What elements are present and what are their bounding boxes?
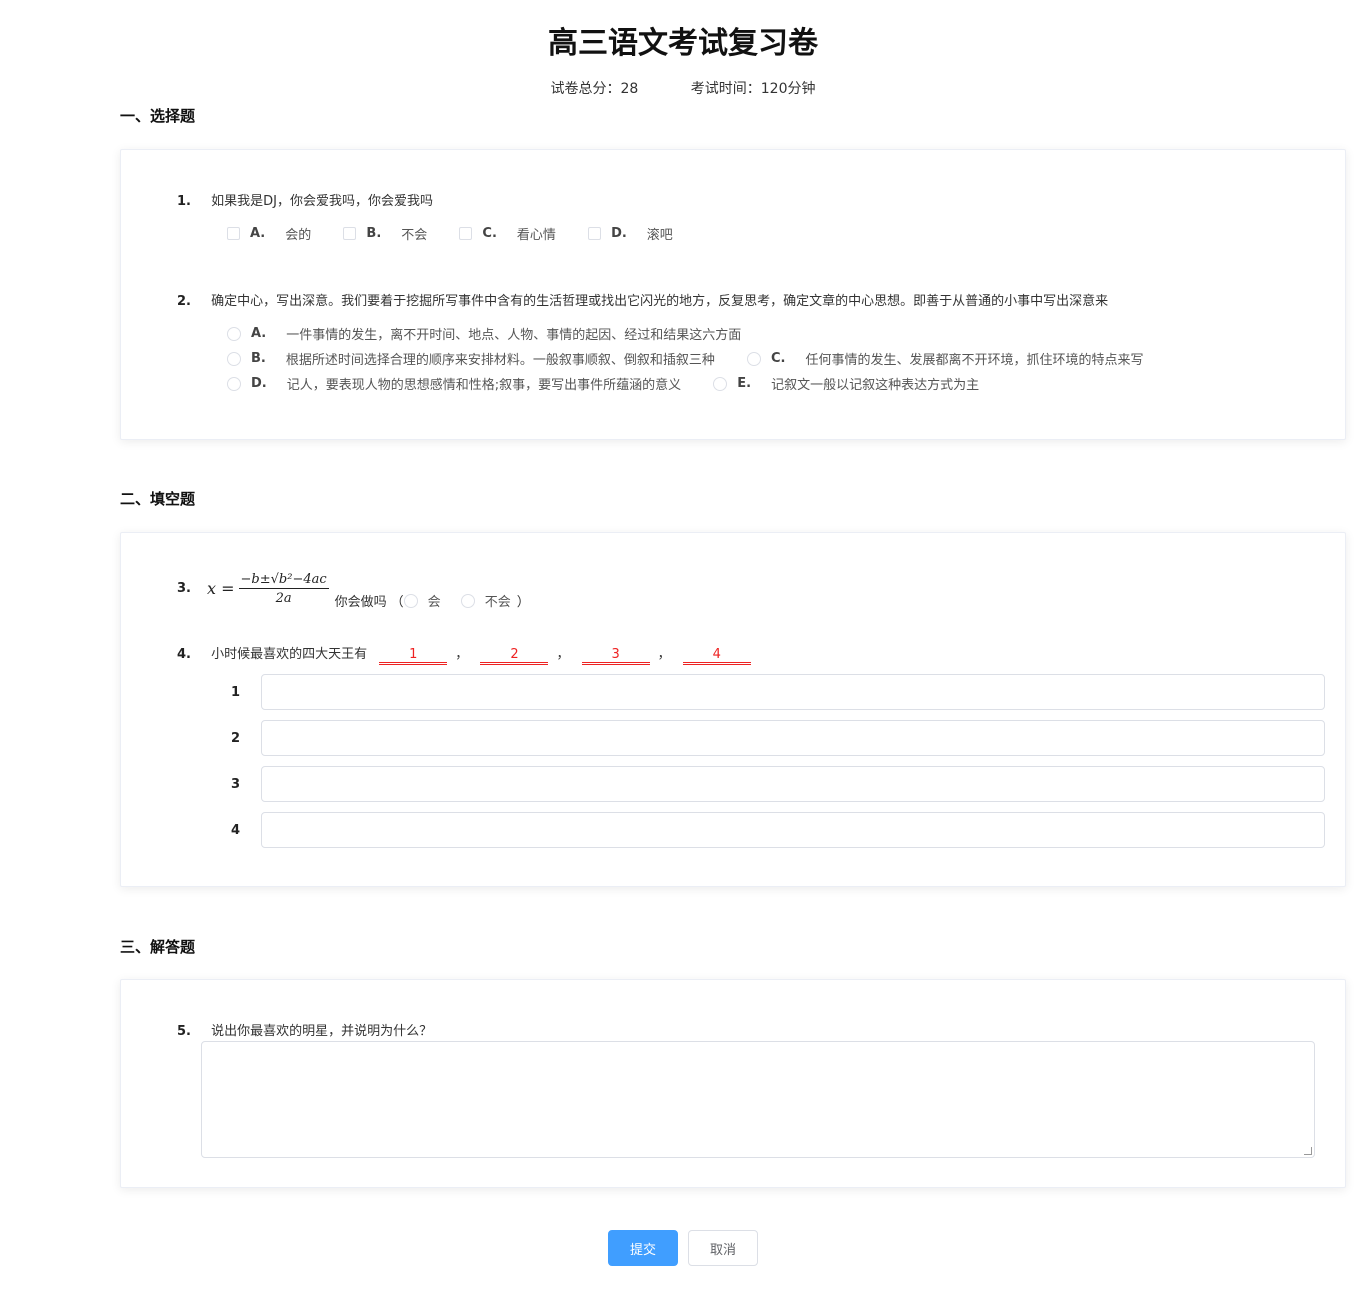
fill-row-1: 1 — [231, 674, 1325, 710]
radio[interactable] — [227, 376, 241, 391]
exam-title: 高三语文考试复习卷 — [548, 26, 818, 61]
q2-option-e[interactable]: E. 记叙文一般以记叙这种表达方式为主 — [713, 374, 979, 393]
radio[interactable] — [713, 376, 728, 391]
exam-meta: 试卷总分：28 考试时间：120分钟 — [0, 78, 1366, 98]
radio[interactable] — [227, 326, 241, 341]
submit-button[interactable]: 提交 — [608, 1230, 678, 1266]
q2-options-row-1: A. 一件事情的发生，离不开时间、地点、人物、事情的起因、经过和结果这六方面 — [227, 324, 769, 345]
radio[interactable] — [460, 593, 475, 608]
question-5: 5. 说出你最喜欢的明星，并说明为什么？ — [177, 1020, 432, 1039]
q1-option-d[interactable]: D. 滚吧 — [588, 224, 673, 243]
fill-label: 1 — [231, 684, 241, 700]
radio[interactable] — [227, 351, 241, 366]
question-number: 2. — [177, 294, 191, 309]
fill-row-3: 3 — [231, 766, 1325, 802]
q3-prompt: 你会做吗 — [334, 595, 387, 610]
blank-4: 4 — [682, 648, 751, 665]
q1-option-a[interactable]: A. 会的 — [227, 224, 311, 243]
fill-input-4[interactable] — [261, 812, 1325, 848]
q1-option-c[interactable]: C. 看心情 — [459, 224, 556, 243]
cancel-button[interactable]: 取消 — [688, 1230, 758, 1266]
question-4: 4. 小时候最喜欢的四大天王有 1， 2， 3， 4 — [177, 643, 759, 665]
q1-options: A. 会的 B. 不会 C. 看心情 D. 滚吧 — [227, 224, 701, 244]
answer-textarea[interactable] — [201, 1041, 1315, 1158]
exam-time: 考试时间：120分钟 — [690, 81, 816, 97]
question-text: 确定中心，写出深意。我们要着于挖掘所写事件中含有的生活哲理或找出它闪光的地方，反… — [211, 294, 1109, 309]
q2-option-d[interactable]: D. 记人，要表现人物的思想感情和性格;叙事，要写出事件所蕴涵的意义 — [227, 374, 681, 393]
fill-input-3[interactable] — [261, 766, 1325, 802]
q2-options-row-3: D. 记人，要表现人物的思想感情和性格;叙事，要写出事件所蕴涵的意义 E. 记叙文一… — [227, 374, 1007, 395]
question-text: 小时候最喜欢的四大天王有 — [211, 647, 368, 662]
fill-label: 4 — [231, 822, 241, 838]
section-fill-title: 二、填空题 — [120, 490, 196, 508]
question-number: 4. — [177, 647, 191, 662]
resize-grip-icon[interactable] — [1304, 1147, 1312, 1155]
q2-option-a[interactable]: A. 一件事情的发生，离不开时间、地点、人物、事情的起因、经过和结果这六方面 — [227, 324, 741, 343]
answer-card: 5. 说出你最喜欢的明星，并说明为什么？ — [120, 979, 1346, 1188]
question-number: 1. — [177, 194, 191, 209]
section-choice-title: 一、选择题 — [120, 107, 196, 125]
q2-options-row-2: B. 根据所述时间选择合理的顺序来安排材料。一般叙事顺叙、倒叙和插叙三种 C. 任何… — [227, 349, 1172, 370]
radio[interactable] — [747, 351, 762, 366]
fill-input-2[interactable] — [261, 720, 1325, 756]
question-text: 如果我是DJ，你会爱我吗，你会爱我吗 — [211, 194, 433, 209]
blank-2: 2 — [480, 648, 549, 665]
checkbox[interactable] — [343, 227, 357, 240]
blank-1: 1 — [379, 648, 448, 665]
checkbox[interactable] — [588, 227, 602, 240]
question-3: 3. x = −b±√b²−4ac 2a 你会做吗 （ 会 不会 ） — [177, 571, 530, 611]
fill-input-1[interactable] — [261, 674, 1325, 710]
choice-card: 1. 如果我是DJ，你会爱我吗，你会爱我吗 A. 会的 B. 不会 C. 看心情 D.… — [120, 149, 1346, 440]
q1-option-b[interactable]: B. 不会 — [343, 224, 427, 243]
question-text: 说出你最喜欢的明星，并说明为什么？ — [211, 1024, 433, 1039]
fill-label: 2 — [231, 730, 241, 746]
question-number: 3. — [177, 581, 191, 596]
radio[interactable] — [403, 593, 418, 608]
fill-row-2: 2 — [231, 720, 1325, 756]
section-answer-title: 三、解答题 — [120, 938, 196, 956]
question-number: 5. — [177, 1024, 191, 1039]
q3-option-yes[interactable]: 会 — [403, 591, 441, 610]
q2-option-c[interactable]: C. 任何事情的发生、发展都离不开环境，抓住环境的特点来写 — [747, 349, 1144, 368]
q3-option-no[interactable]: 不会 — [460, 591, 511, 610]
quadratic-formula: x = −b±√b²−4ac 2a — [207, 571, 329, 606]
question-2: 2. 确定中心，写出深意。我们要着于挖掘所写事件中含有的生活哲理或找出它闪光的地… — [177, 290, 1108, 309]
checkbox[interactable] — [459, 227, 473, 240]
q2-option-b[interactable]: B. 根据所述时间选择合理的顺序来安排材料。一般叙事顺叙、倒叙和插叙三种 — [227, 349, 715, 368]
checkbox[interactable] — [227, 227, 240, 240]
fill-label: 3 — [231, 776, 241, 792]
question-1: 1. 如果我是DJ，你会爱我吗，你会爱我吗 — [177, 190, 433, 209]
fill-card: 3. x = −b±√b²−4ac 2a 你会做吗 （ 会 不会 ） 4. 小时… — [120, 532, 1346, 887]
blank-3: 3 — [581, 648, 650, 665]
total-score: 试卷总分：28 — [550, 81, 639, 97]
fill-row-4: 4 — [231, 812, 1325, 848]
